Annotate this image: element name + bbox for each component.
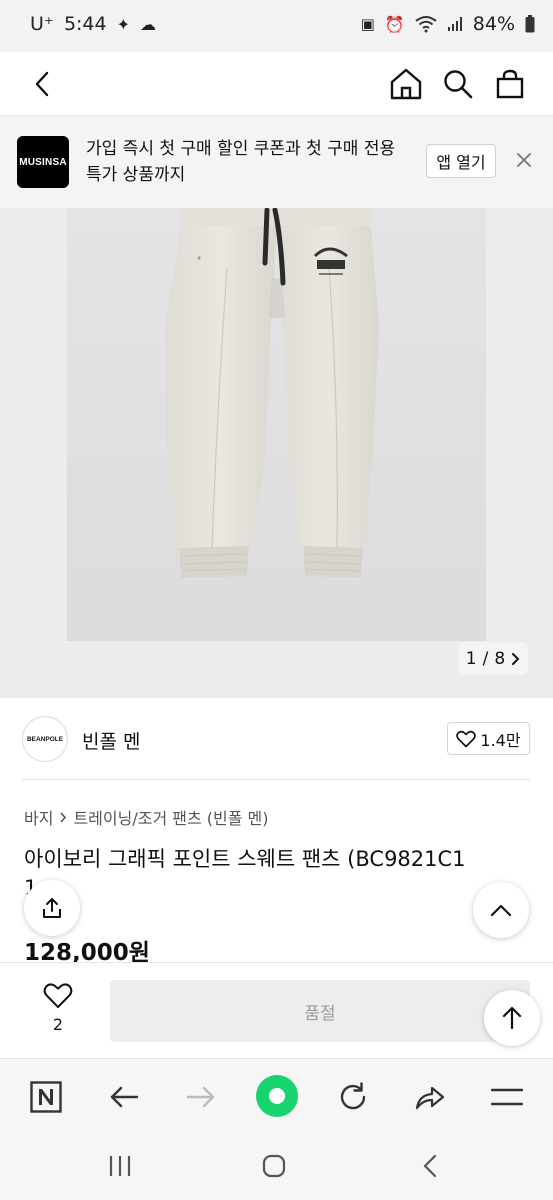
browser-toolbar [0, 1058, 553, 1134]
sweat-pants-illustration [165, 208, 379, 578]
wifi-icon [415, 16, 437, 33]
musinsa-logo: MUSINSA [17, 136, 69, 188]
browser-back-button[interactable] [104, 1077, 144, 1117]
status-right: ▣ ⏰ 84% [361, 13, 535, 35]
recent-apps-icon [109, 1156, 131, 1176]
browser-forward-button [181, 1077, 221, 1117]
green-dot-button[interactable] [255, 1074, 299, 1118]
product-gallery[interactable]: 1 / 8 [0, 208, 553, 698]
share-icon [43, 898, 61, 918]
sync-icon: ☁ [140, 14, 157, 34]
refresh-icon [340, 1082, 366, 1110]
brand-logo[interactable]: BEANPOLE [22, 716, 68, 762]
scroll-top-button[interactable] [484, 990, 540, 1046]
chevron-right-icon [60, 811, 67, 823]
close-icon [517, 153, 531, 167]
home-button[interactable] [386, 62, 426, 106]
banner-message: 가입 즉시 첫 구매 할인 쿠폰과 첫 구매 전용 특가 상품까지 [86, 139, 396, 185]
breadcrumb-category[interactable]: 트레이닝/조거 팬츠 (빈폴 멘) [73, 805, 268, 829]
breadcrumb-root[interactable]: 바지 [24, 805, 53, 829]
open-app-button[interactable]: 앱 열기 [426, 144, 496, 178]
hamburger-menu-icon [491, 1088, 523, 1106]
forward-share-icon [415, 1086, 445, 1110]
home-nav-button[interactable] [254, 1148, 294, 1184]
battery-icon [525, 15, 535, 33]
search-icon [444, 70, 473, 99]
refresh-button[interactable] [333, 1077, 373, 1117]
arrow-up-icon [502, 1006, 522, 1030]
page-header [0, 52, 553, 116]
heart-icon [43, 983, 73, 1008]
divider [22, 779, 530, 780]
sold-out-button: 품절 [110, 980, 530, 1042]
gallery-separator: / [482, 648, 489, 669]
chevron-up-icon [490, 904, 512, 916]
heart-icon [456, 730, 477, 747]
app-install-banner: MUSINSA 가입 즉시 첫 구매 할인 쿠폰과 첫 구매 전용 특가 상품까… [0, 116, 553, 208]
system-navigation-bar [0, 1134, 553, 1200]
brand-like-count: 1.4만 [480, 730, 521, 750]
brand-like-button[interactable]: 1.4만 [447, 722, 530, 755]
arrow-right-icon [186, 1086, 215, 1108]
breadcrumb: 바지 트레이닝/조거 팬츠 (빈폴 멘) [24, 805, 269, 829]
shopping-bag-icon [496, 69, 524, 99]
gallery-counter[interactable]: 1 / 8 [458, 642, 528, 675]
recent-apps-button[interactable] [100, 1148, 140, 1184]
collapse-button[interactable] [473, 882, 529, 938]
back-chevron-icon [423, 1154, 437, 1178]
carrier-label: U⁺ [30, 13, 54, 35]
gallery-total: 8 [494, 648, 506, 669]
back-button[interactable] [24, 64, 60, 104]
home-circle-icon [262, 1154, 286, 1178]
naver-home-button[interactable] [26, 1077, 66, 1117]
gallery-current: 1 [465, 648, 477, 669]
wish-button[interactable]: 2 [38, 982, 78, 1034]
app-notification-icon: ▣ [360, 15, 375, 33]
product-image [67, 208, 486, 641]
cart-button[interactable] [490, 62, 530, 106]
chevron-left-icon [35, 71, 49, 97]
share-button[interactable] [24, 880, 80, 936]
chevron-right-icon [512, 652, 520, 665]
menu-button[interactable] [487, 1077, 527, 1117]
share-page-button[interactable] [410, 1077, 450, 1117]
signal-icon [447, 17, 462, 31]
battery-level: 84% [472, 13, 515, 35]
status-bar: U⁺ 5:44 ✦ ☁ ▣ ⏰ 84% [0, 0, 553, 52]
back-nav-button[interactable] [410, 1148, 450, 1184]
wish-count: 2 [52, 1015, 64, 1034]
arrow-left-icon [110, 1086, 139, 1108]
brand-name[interactable]: 빈폴 멘 [82, 727, 140, 754]
search-button[interactable] [438, 62, 478, 106]
clock: 5:44 [63, 13, 107, 35]
notification-icon: ✦ [116, 14, 131, 34]
green-dot-icon [256, 1075, 298, 1117]
naver-n-icon [30, 1081, 62, 1113]
home-icon [390, 68, 422, 100]
status-left: U⁺ 5:44 ✦ ☁ [30, 13, 156, 35]
banner-close-button[interactable] [512, 148, 536, 172]
alarm-icon: ⏰ [384, 14, 405, 34]
product-title: 아이보리 그래픽 포인트 스웨트 팬츠 (BC9821C1 [24, 847, 466, 871]
